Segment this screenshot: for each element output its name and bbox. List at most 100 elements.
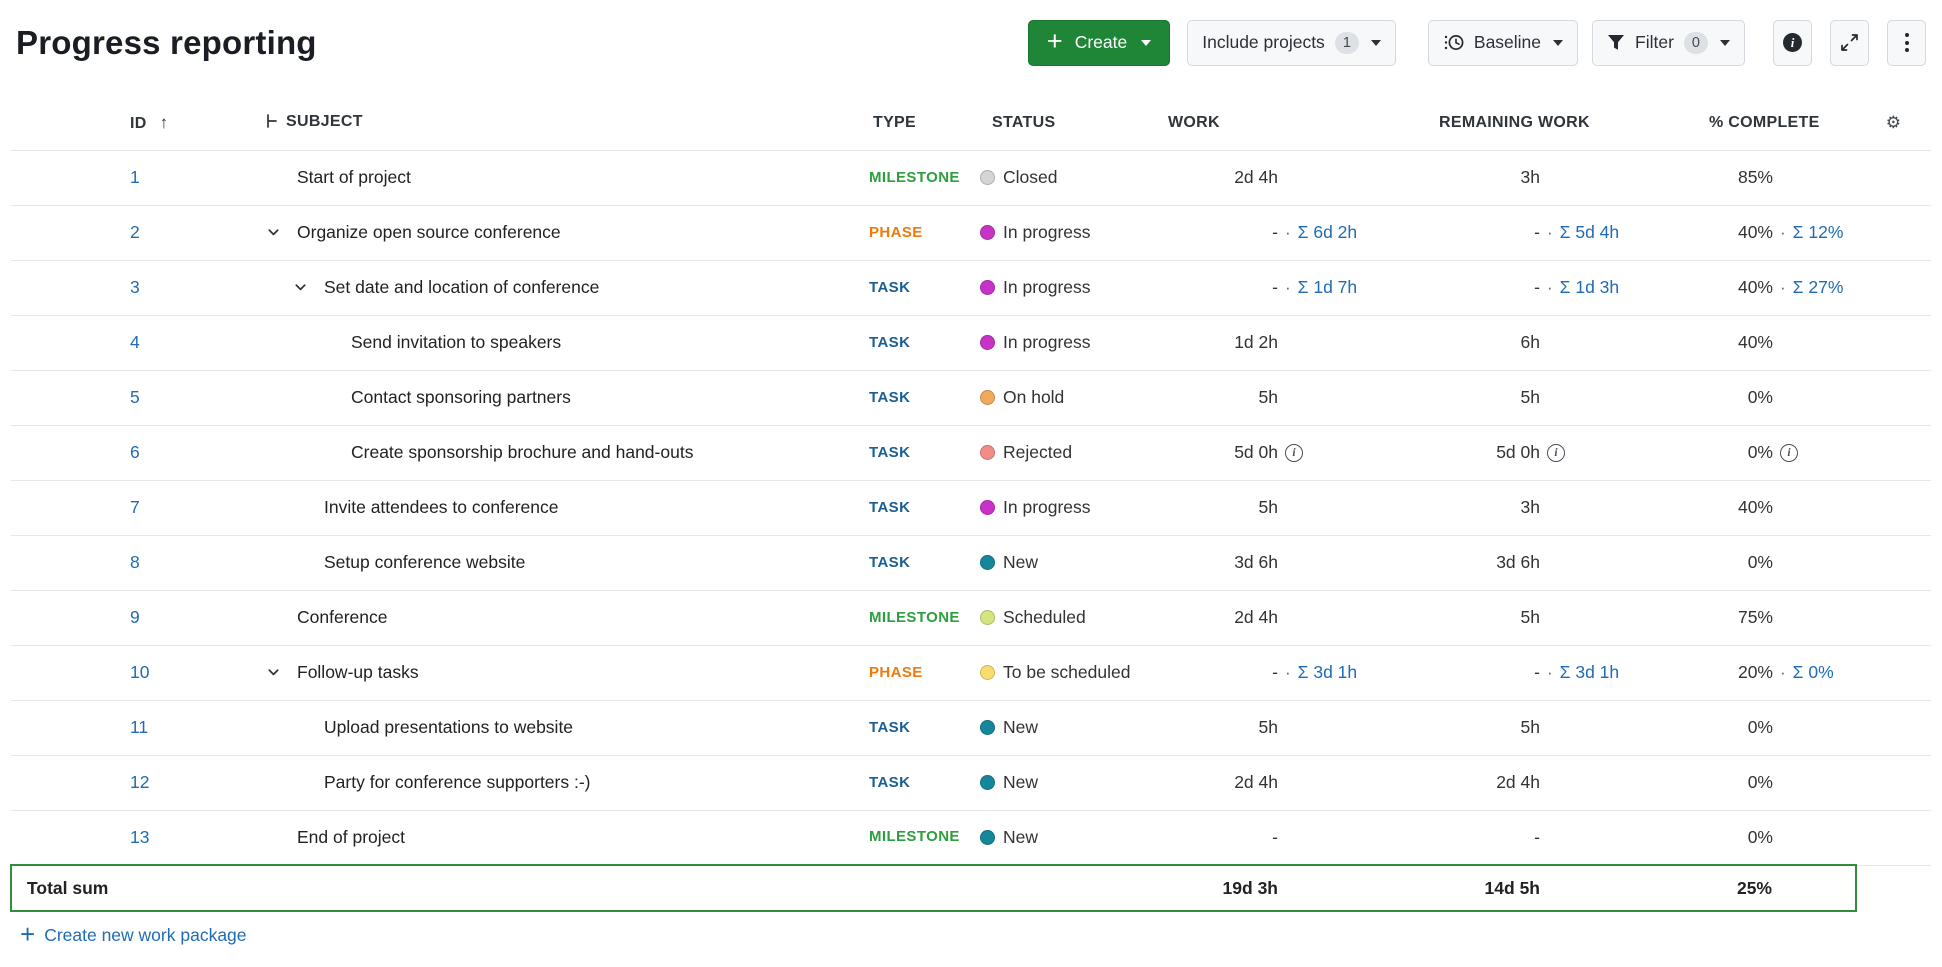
remaining-work-value[interactable]: - — [1390, 277, 1540, 298]
percent-complete-value[interactable]: 0% — [1652, 772, 1773, 793]
remaining-work-value[interactable]: 5h — [1390, 717, 1540, 738]
remaining-work-value[interactable]: 6h — [1390, 332, 1540, 353]
collapse-chevron-icon[interactable] — [293, 280, 324, 295]
remaining-work-value[interactable]: 3h — [1390, 167, 1540, 188]
status-label[interactable]: In progress — [1003, 277, 1091, 298]
remaining-work-value[interactable]: 5h — [1390, 607, 1540, 628]
type-label[interactable]: TASK — [869, 499, 910, 516]
work-sum-link[interactable]: Σ 6d 2h — [1298, 222, 1357, 243]
remaining-work-value[interactable]: 3h — [1390, 497, 1540, 518]
remaining-work-value[interactable]: 5d 0h — [1390, 442, 1540, 463]
work-package-id-link[interactable]: 5 — [130, 387, 140, 407]
subject-text[interactable]: Start of project — [297, 167, 411, 188]
status-label[interactable]: New — [1003, 827, 1038, 848]
status-label[interactable]: Scheduled — [1003, 607, 1086, 628]
status-label[interactable]: Closed — [1003, 167, 1057, 188]
subject-text[interactable]: Organize open source conference — [297, 222, 561, 243]
type-label[interactable]: PHASE — [869, 664, 923, 681]
percent-complete-value[interactable]: 0% — [1652, 827, 1773, 848]
info-button[interactable]: i — [1773, 19, 1812, 66]
type-label[interactable]: TASK — [869, 444, 910, 461]
percent-complete-value[interactable]: 0% — [1652, 552, 1773, 573]
subject-text[interactable]: Contact sponsoring partners — [351, 387, 571, 408]
subject-text[interactable]: Set date and location of conference — [324, 277, 599, 298]
percent-complete-value[interactable]: 40% — [1652, 222, 1773, 243]
create-work-package-link[interactable]: + Create new work package — [20, 921, 247, 947]
remaining-work-value[interactable]: 5h — [1390, 387, 1540, 408]
percent-complete-value[interactable]: 20% — [1652, 662, 1773, 683]
subject-text[interactable]: Create sponsorship brochure and hand-out… — [351, 442, 693, 463]
work-value[interactable]: 1d 2h — [1137, 332, 1278, 353]
remaining-work-value[interactable]: - — [1390, 222, 1540, 243]
work-package-id-link[interactable]: 10 — [130, 662, 149, 682]
percent-complete-value[interactable]: 40% — [1652, 497, 1773, 518]
info-icon[interactable]: i — [1285, 443, 1303, 462]
percent-complete-value[interactable]: 0% — [1652, 387, 1773, 408]
subject-text[interactable]: Upload presentations to website — [324, 717, 573, 738]
work-value[interactable]: 5h — [1137, 387, 1278, 408]
status-label[interactable]: In progress — [1003, 332, 1091, 353]
work-value[interactable]: 3d 6h — [1137, 552, 1278, 573]
remaining-work-value[interactable]: - — [1390, 662, 1540, 683]
remaining-work-sum-link[interactable]: Σ 3d 1h — [1560, 662, 1619, 683]
remaining-work-value[interactable]: 2d 4h — [1390, 772, 1540, 793]
work-value[interactable]: 5d 0h — [1137, 442, 1278, 463]
status-label[interactable]: On hold — [1003, 387, 1064, 408]
type-label[interactable]: PHASE — [869, 224, 923, 241]
column-header-percent-complete[interactable]: % COMPLETE — [1651, 96, 1856, 150]
collapse-chevron-icon[interactable] — [266, 225, 297, 240]
info-icon[interactable]: i — [1547, 443, 1565, 462]
work-value[interactable]: 2d 4h — [1137, 167, 1278, 188]
type-label[interactable]: TASK — [869, 719, 910, 736]
baseline-button[interactable]: Baseline — [1427, 19, 1579, 66]
remaining-work-value[interactable]: 3d 6h — [1390, 552, 1540, 573]
collapse-chevron-icon[interactable] — [266, 665, 297, 680]
status-label[interactable]: New — [1003, 717, 1038, 738]
work-sum-link[interactable]: Σ 1d 7h — [1298, 277, 1357, 298]
column-header-id[interactable]: ID ↑ — [11, 96, 169, 150]
work-value[interactable]: - — [1137, 222, 1278, 243]
percent-complete-sum-link[interactable]: Σ 27% — [1793, 277, 1844, 298]
percent-complete-value[interactable]: 40% — [1652, 332, 1773, 353]
subject-text[interactable]: Invite attendees to conference — [324, 497, 558, 518]
percent-complete-value[interactable]: 40% — [1652, 277, 1773, 298]
type-label[interactable]: TASK — [869, 279, 910, 296]
subject-text[interactable]: Party for conference supporters :-) — [324, 772, 591, 793]
remaining-work-sum-link[interactable]: Σ 1d 3h — [1560, 277, 1619, 298]
column-header-remaining-work[interactable]: REMAINING WORK — [1389, 96, 1651, 150]
work-package-id-link[interactable]: 13 — [130, 827, 149, 847]
percent-complete-value[interactable]: 75% — [1652, 607, 1773, 628]
work-value[interactable]: - — [1137, 662, 1278, 683]
status-label[interactable]: In progress — [1003, 497, 1091, 518]
column-header-status[interactable]: STATUS — [976, 96, 1136, 150]
percent-complete-value[interactable]: 0% — [1652, 717, 1773, 738]
subject-text[interactable]: Send invitation to speakers — [351, 332, 561, 353]
info-icon[interactable]: i — [1780, 443, 1798, 462]
work-value[interactable]: - — [1137, 277, 1278, 298]
type-label[interactable]: TASK — [869, 774, 910, 791]
type-label[interactable]: TASK — [869, 389, 910, 406]
work-value[interactable]: 5h — [1137, 717, 1278, 738]
table-settings-button[interactable]: ⚙ — [1856, 96, 1931, 150]
work-package-id-link[interactable]: 6 — [130, 442, 140, 462]
work-value[interactable]: 2d 4h — [1137, 607, 1278, 628]
work-value[interactable]: 5h — [1137, 497, 1278, 518]
type-label[interactable]: MILESTONE — [869, 609, 960, 626]
type-label[interactable]: MILESTONE — [869, 169, 960, 186]
type-label[interactable]: TASK — [869, 334, 910, 351]
work-package-id-link[interactable]: 4 — [130, 332, 140, 352]
status-label[interactable]: New — [1003, 772, 1038, 793]
work-value[interactable]: 2d 4h — [1137, 772, 1278, 793]
fullscreen-button[interactable] — [1830, 19, 1869, 66]
type-label[interactable]: MILESTONE — [869, 828, 960, 845]
status-label[interactable]: New — [1003, 552, 1038, 573]
subject-text[interactable]: Setup conference website — [324, 552, 525, 573]
percent-complete-sum-link[interactable]: Σ 0% — [1793, 662, 1834, 683]
column-header-work[interactable]: WORK — [1136, 96, 1389, 150]
work-package-id-link[interactable]: 8 — [130, 552, 140, 572]
work-value[interactable]: - — [1137, 827, 1278, 848]
percent-complete-value[interactable]: 0% — [1652, 442, 1773, 463]
percent-complete-value[interactable]: 85% — [1652, 167, 1773, 188]
more-menu-button[interactable] — [1887, 19, 1926, 66]
work-package-id-link[interactable]: 1 — [130, 167, 140, 187]
